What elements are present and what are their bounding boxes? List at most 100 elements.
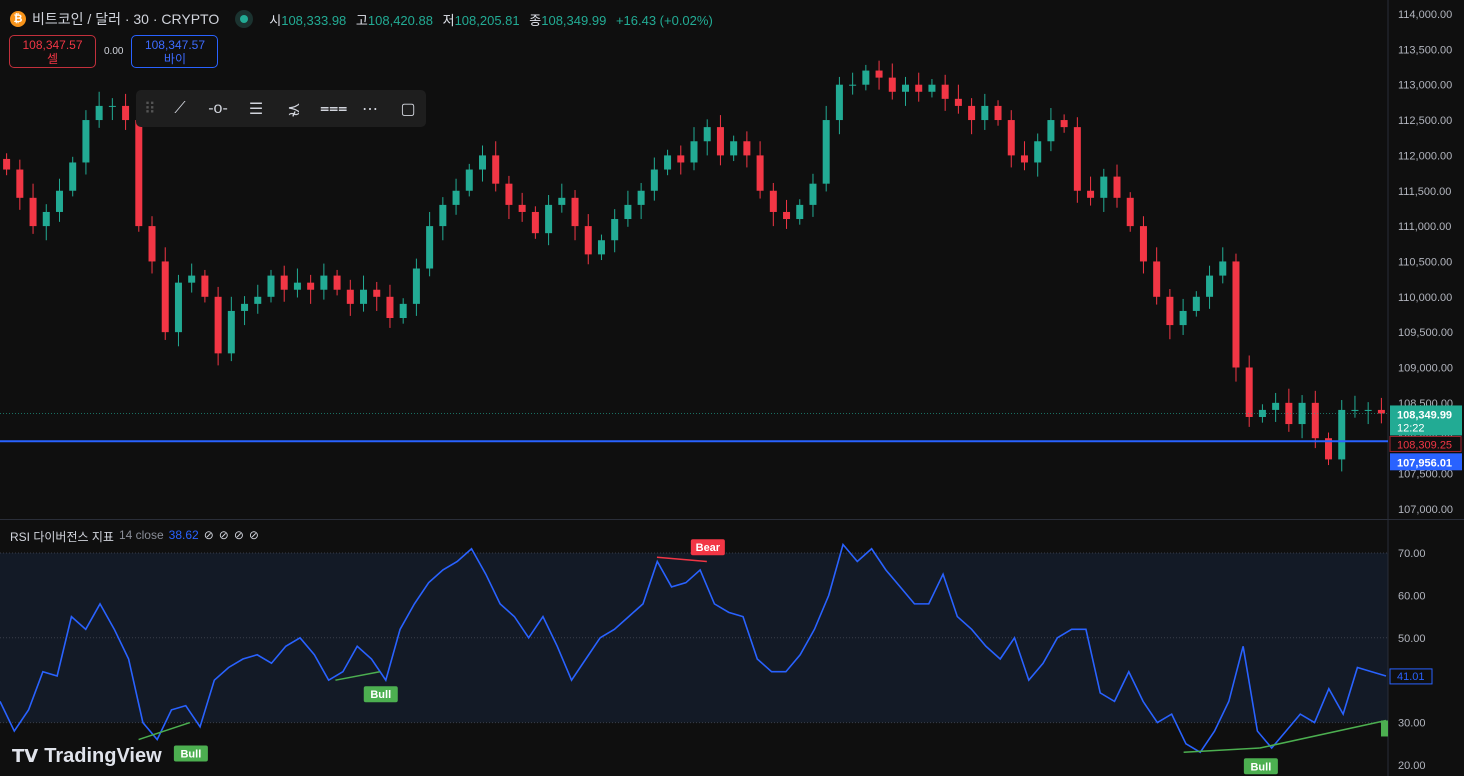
trend-line-icon[interactable]: ⟋ bbox=[168, 100, 192, 118]
candle-body bbox=[1153, 261, 1161, 297]
symbol-header: ₿ 비트코인 / 달러 · 30 · CRYPTO 시108,333.98 고1… bbox=[10, 9, 719, 29]
candle-body bbox=[584, 226, 592, 255]
rsi-tick-label: 60.00 bbox=[1398, 590, 1426, 602]
tradingview-logo[interactable]: 𝗧𝗩 TradingView bbox=[12, 745, 162, 768]
price-tick-label: 114,000.00 bbox=[1398, 9, 1452, 21]
candle-body bbox=[1007, 120, 1015, 156]
candle-body bbox=[386, 296, 394, 319]
candle-body bbox=[1285, 402, 1293, 425]
candle-body bbox=[108, 105, 116, 107]
candle-body bbox=[994, 105, 1002, 121]
candle-body bbox=[531, 211, 539, 234]
candle-body bbox=[1351, 409, 1359, 411]
candle-body bbox=[1179, 310, 1187, 326]
hline-label: 107,956.01 bbox=[1397, 457, 1452, 469]
candle-body bbox=[1206, 275, 1214, 297]
candle-body bbox=[769, 190, 777, 212]
candle-body bbox=[849, 84, 857, 86]
rsi-tick-label: 20.00 bbox=[1398, 760, 1426, 772]
candle-body bbox=[703, 127, 711, 142]
prev-close-label: 108,309.25 bbox=[1397, 439, 1452, 451]
price-tick-label: 112,000.00 bbox=[1398, 150, 1452, 162]
candle-body bbox=[373, 289, 381, 297]
candle-body bbox=[188, 275, 196, 283]
candle-body bbox=[716, 127, 724, 156]
candle-body bbox=[254, 296, 262, 304]
candle-body bbox=[968, 105, 976, 121]
hidden-icon[interactable]: ⊘ bbox=[249, 528, 259, 545]
candle-body bbox=[545, 204, 553, 234]
candle-body bbox=[518, 204, 526, 212]
countdown-label: 12:22 bbox=[1397, 422, 1425, 434]
candle-body bbox=[1139, 226, 1147, 262]
candle-body bbox=[333, 275, 341, 290]
horizontal-ray-icon[interactable]: -o- bbox=[206, 100, 230, 118]
bitcoin-icon: ₿ bbox=[10, 11, 26, 27]
pitchfork-icon[interactable]: ⋯ bbox=[358, 99, 382, 119]
candle-body bbox=[928, 84, 936, 92]
candle-body bbox=[822, 120, 830, 184]
candle-body bbox=[888, 77, 896, 92]
price-tick-label: 109,500.00 bbox=[1398, 327, 1453, 339]
symbol-title[interactable]: 비트코인 / 달러 · 30 · CRYPTO bbox=[32, 9, 219, 29]
rectangle-icon[interactable]: ▢ bbox=[396, 99, 420, 119]
market-status-icon[interactable] bbox=[235, 10, 254, 28]
candle-body bbox=[756, 155, 764, 191]
candle-body bbox=[796, 204, 804, 220]
candle-body bbox=[677, 155, 685, 163]
candle-body bbox=[1100, 176, 1108, 198]
parallel-channel-icon[interactable]: ☰ bbox=[244, 99, 268, 119]
divergence-label: Bull bbox=[180, 749, 201, 761]
last-price-label: 108,349.99 bbox=[1397, 409, 1452, 421]
price-tick-label: 113,000.00 bbox=[1398, 80, 1452, 92]
divergence-label: Bear bbox=[696, 542, 721, 554]
candle-body bbox=[743, 141, 751, 156]
rsi-title: RSI 다이버전스 지표 bbox=[10, 530, 114, 544]
price-tick-label: 112,500.00 bbox=[1398, 115, 1452, 127]
candle-body bbox=[690, 141, 698, 163]
candle-body bbox=[293, 282, 301, 290]
candle-body bbox=[730, 141, 738, 156]
price-tick-label: 109,000.00 bbox=[1398, 363, 1453, 375]
price-tick-label: 110,500.00 bbox=[1398, 256, 1452, 268]
candle-body bbox=[135, 120, 143, 227]
rsi-tick-label: 70.00 bbox=[1398, 548, 1426, 560]
price-tick-label: 107,000.00 bbox=[1398, 504, 1453, 516]
candle-body bbox=[214, 296, 222, 354]
drawing-toolbar: ⠿ ⟋ -o- ☰ ⋨ ⩶ ⋯ ▢ bbox=[136, 90, 426, 127]
candle-body bbox=[875, 70, 883, 78]
drag-handle-icon[interactable]: ⠿ bbox=[144, 99, 156, 119]
candle-body bbox=[664, 155, 672, 170]
candle-body bbox=[915, 84, 923, 92]
hidden-icon[interactable]: ⊘ bbox=[234, 528, 244, 545]
buy-button[interactable]: 108,347.57 바이 bbox=[131, 35, 219, 68]
rsi-params: 14 close bbox=[118, 528, 164, 542]
candle-body bbox=[360, 289, 368, 304]
candle-body bbox=[426, 226, 434, 269]
candle-body bbox=[1377, 409, 1385, 414]
candle-body bbox=[624, 204, 632, 220]
hidden-icon[interactable]: ⊘ bbox=[219, 528, 229, 545]
fib-fan-icon[interactable]: ⋨ bbox=[282, 99, 306, 119]
candle-body bbox=[1047, 120, 1055, 142]
candle-body bbox=[862, 70, 870, 85]
sell-button[interactable]: 108,347.57 셀 bbox=[9, 35, 96, 68]
rsi-legend[interactable]: RSI 다이버전스 지표 14 close 38.62 ⊘ ⊘ ⊘ ⊘ bbox=[10, 528, 259, 545]
candle-body bbox=[201, 275, 209, 297]
rsi-value-label: 41.01 bbox=[1397, 671, 1425, 683]
candle-body bbox=[320, 275, 328, 290]
fib-retracement-icon[interactable]: ⩶ bbox=[320, 100, 347, 118]
candle-body bbox=[1364, 409, 1372, 411]
divergence-label: Bull bbox=[1250, 761, 1271, 773]
candle-body bbox=[399, 303, 407, 319]
candle-body bbox=[412, 268, 420, 304]
candle-body bbox=[783, 211, 791, 220]
candle-body bbox=[1087, 190, 1095, 198]
candle-body bbox=[637, 190, 645, 205]
candle-body bbox=[82, 120, 90, 163]
candle-body bbox=[492, 155, 500, 184]
price-tick-label: 110,000.00 bbox=[1398, 292, 1452, 304]
candle-body bbox=[307, 282, 315, 290]
candle-body bbox=[1311, 402, 1319, 439]
hidden-icon[interactable]: ⊘ bbox=[204, 528, 214, 545]
